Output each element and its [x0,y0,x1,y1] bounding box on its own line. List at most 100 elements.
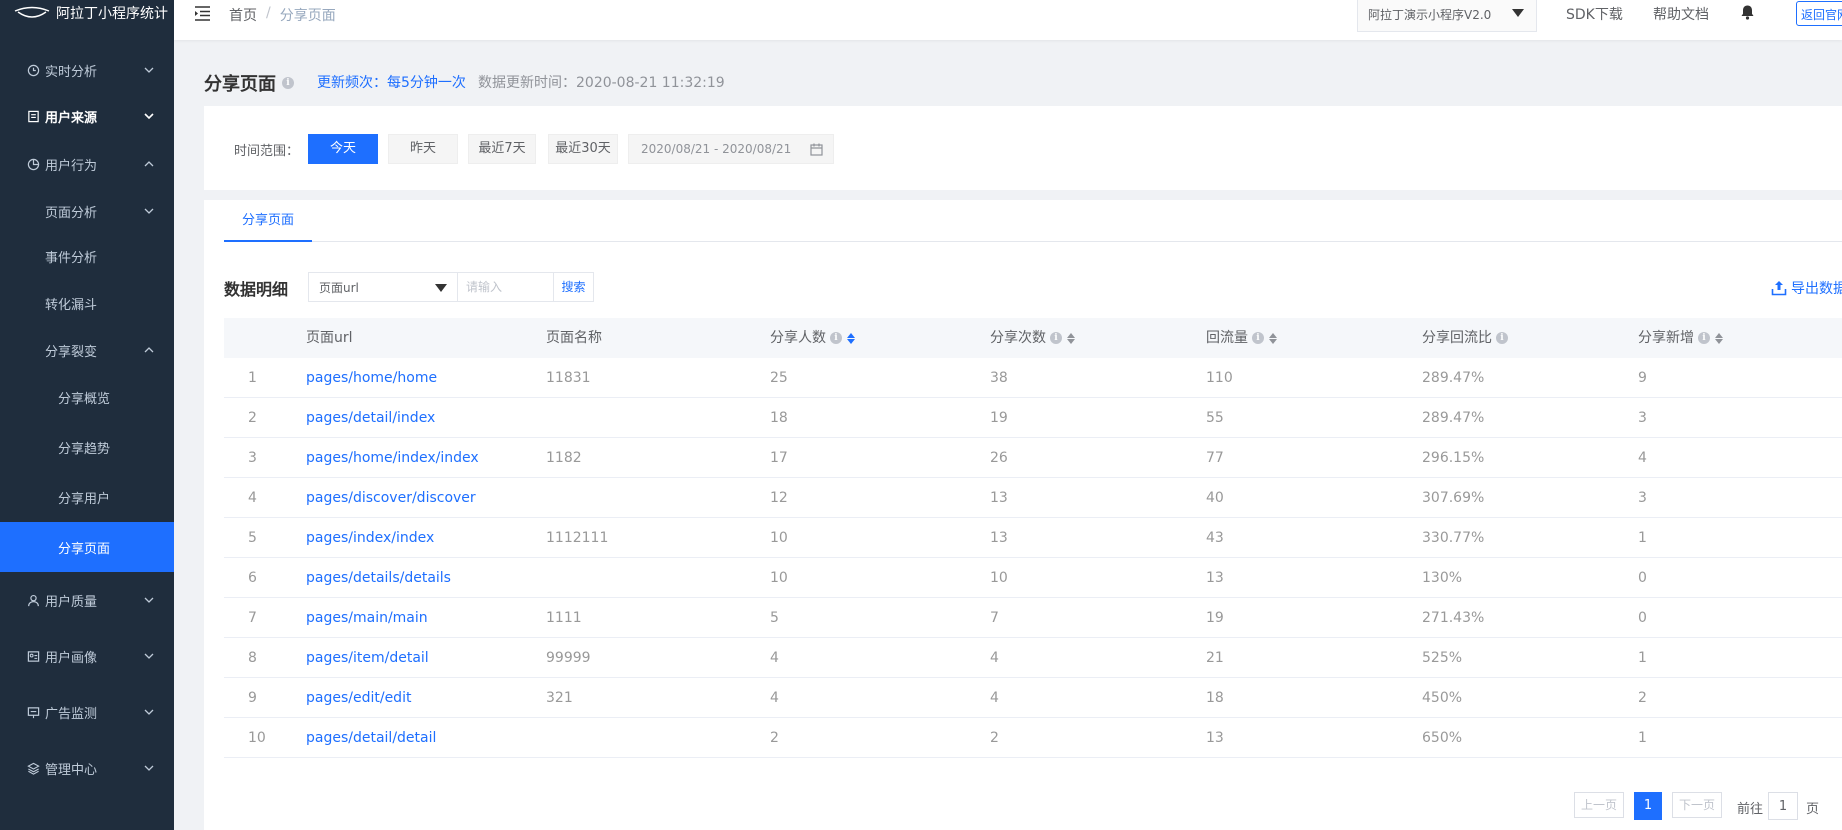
sidebar-item-user-profile[interactable]: 用户画像 [0,628,174,684]
cell-sharers: 25 [770,370,788,386]
cell-page-url[interactable]: pages/edit/edit [306,678,411,718]
info-icon[interactable]: i [1252,332,1264,344]
sort-icon[interactable] [1269,332,1277,344]
cell-index: 5 [248,530,257,546]
cell-page-url[interactable]: pages/home/index/index [306,438,479,478]
sidebar-item-label: 实时分析 [45,64,98,80]
sidebar-item-label: 分享裂变 [45,344,98,360]
filter-30days-button[interactable]: 最近30天 [548,134,618,164]
layers-icon [27,762,40,775]
cell-shares: 38 [990,370,1008,386]
app-logo[interactable]: 阿拉丁小程序统计 [0,0,174,26]
cell-shares: 4 [990,650,999,666]
goto-page-input[interactable] [1768,792,1798,820]
sidebar-item-label: 事件分析 [45,250,98,266]
time-filter-card: 时间范围： 今天 昨天 最近7天 最近30天 2020/08/21 - 2020… [204,106,1842,190]
cell-sharers: 10 [770,570,788,586]
filter-today-button[interactable]: 今天 [308,134,378,164]
sidebar-item-share-overview[interactable]: 分享概览 [0,372,174,422]
sidebar-item-share-fission[interactable]: 分享裂变 [0,328,174,372]
col-shares[interactable]: 分享次数 i [990,318,1075,358]
search-button[interactable]: 搜索 [554,272,594,302]
table-row: 8 pages/item/detail 99999 4 4 21 525% 1 [224,638,1842,678]
col-share-new[interactable]: 分享新增 i [1638,318,1723,358]
cell-share-new: 2 [1638,690,1647,706]
info-icon[interactable]: i [282,77,294,89]
breadcrumb-home[interactable]: 首页 [229,5,257,25]
col-sharers[interactable]: 分享人数 i [770,318,855,358]
cell-index: 7 [248,610,257,626]
col-share-ratio: 分享回流比 i [1422,318,1508,358]
col-backflow[interactable]: 回流量 i [1206,318,1277,358]
bell-icon[interactable] [1740,4,1755,20]
cell-page-url[interactable]: pages/details/details [306,558,451,598]
info-icon[interactable]: i [830,332,842,344]
cell-page-url[interactable]: pages/main/main [306,598,428,638]
cell-page-name: 11831 [546,370,591,386]
table-header: 页面url 页面名称 分享人数 i 分享次数 i 回流量 i 分享回流比 i 分享新增 i [224,318,1842,358]
data-detail-title: 数据明细 [224,280,289,299]
filter-yesterday-button[interactable]: 昨天 [388,134,458,164]
sidebar-item-funnel[interactable]: 转化漏斗 [0,278,174,328]
tab-bar: 分享页面 [224,200,1842,242]
cell-backflow: 110 [1206,370,1233,386]
prev-page-button[interactable]: 上一页 [1574,792,1624,818]
cell-page-url[interactable]: pages/item/detail [306,638,429,678]
date-range-picker[interactable]: 2020/08/21 - 2020/08/21 [628,134,834,164]
cell-sharers: 2 [770,730,779,746]
chevron-down-icon [144,709,154,715]
sort-icon[interactable] [1715,332,1723,344]
sidebar-item-user-quality[interactable]: 用户质量 [0,572,174,628]
cell-share-ratio: 525% [1422,650,1463,666]
cell-index: 3 [248,450,257,466]
caret-down-icon [435,284,447,292]
cell-share-new: 1 [1638,530,1647,546]
sidebar-item-ad-monitor[interactable]: 广告监测 [0,684,174,740]
back-to-site-button[interactable]: 返回官网 [1796,1,1842,26]
sidebar-item-admin[interactable]: 管理中心 [0,740,174,796]
table-row: 1 pages/home/home 11831 25 38 110 289.47% 9 [224,358,1842,398]
info-icon[interactable]: i [1050,332,1062,344]
export-data-button[interactable]: 导出数据 [1771,278,1842,298]
search-input[interactable] [458,272,554,302]
cell-page-url[interactable]: pages/discover/discover [306,478,476,518]
info-icon[interactable]: i [1698,332,1710,344]
cell-page-name: 321 [546,690,573,706]
user-icon [28,594,39,606]
cell-share-ratio: 650% [1422,730,1463,746]
cell-index: 10 [248,730,266,746]
sidebar-item-label: 分享用户 [58,491,111,507]
sidebar-item-user-behavior[interactable]: 用户行为 [0,140,174,188]
cell-page-url[interactable]: pages/home/home [306,358,437,398]
sidebar-item-share-pages[interactable]: 分享页面 [0,522,174,572]
cell-share-ratio: 450% [1422,690,1463,706]
help-docs-link[interactable]: 帮助文档 [1653,4,1709,24]
sidebar-item-share-users[interactable]: 分享用户 [0,472,174,522]
search-field-select[interactable]: 页面url [308,272,458,302]
sidebar-item-page-analysis[interactable]: 页面分析 [0,188,174,234]
export-label: 导出数据 [1791,281,1842,297]
filter-7days-button[interactable]: 最近7天 [468,134,536,164]
sidebar-item-realtime[interactable]: 实时分析 [0,48,174,92]
chevron-down-icon [144,67,154,73]
cell-backflow: 55 [1206,410,1224,426]
next-page-button[interactable]: 下一页 [1672,792,1722,818]
col-page-name: 页面名称 [546,330,602,346]
sidebar-item-share-trend[interactable]: 分享趋势 [0,422,174,472]
tab-share-pages[interactable]: 分享页面 [224,200,312,242]
sort-icon[interactable] [847,332,855,344]
cell-share-new: 4 [1638,450,1647,466]
sdk-download-link[interactable]: SDK下载 [1566,4,1623,24]
menu-toggle-icon[interactable] [194,5,211,22]
logo-icon [14,6,50,18]
cell-page-url[interactable]: pages/detail/detail [306,718,436,758]
info-icon[interactable]: i [1496,332,1508,344]
sidebar-item-event-analysis[interactable]: 事件分析 [0,234,174,278]
sidebar-item-user-source[interactable]: 用户来源 [0,92,174,140]
cell-page-url[interactable]: pages/detail/index [306,398,435,438]
page-number-current[interactable]: 1 [1634,792,1662,820]
app-selector[interactable]: 阿拉丁演示小程序V2.0 [1357,0,1537,32]
cell-page-url[interactable]: pages/index/index [306,518,434,558]
time-range-label: 时间范围： [234,144,300,159]
sort-icon[interactable] [1067,332,1075,344]
